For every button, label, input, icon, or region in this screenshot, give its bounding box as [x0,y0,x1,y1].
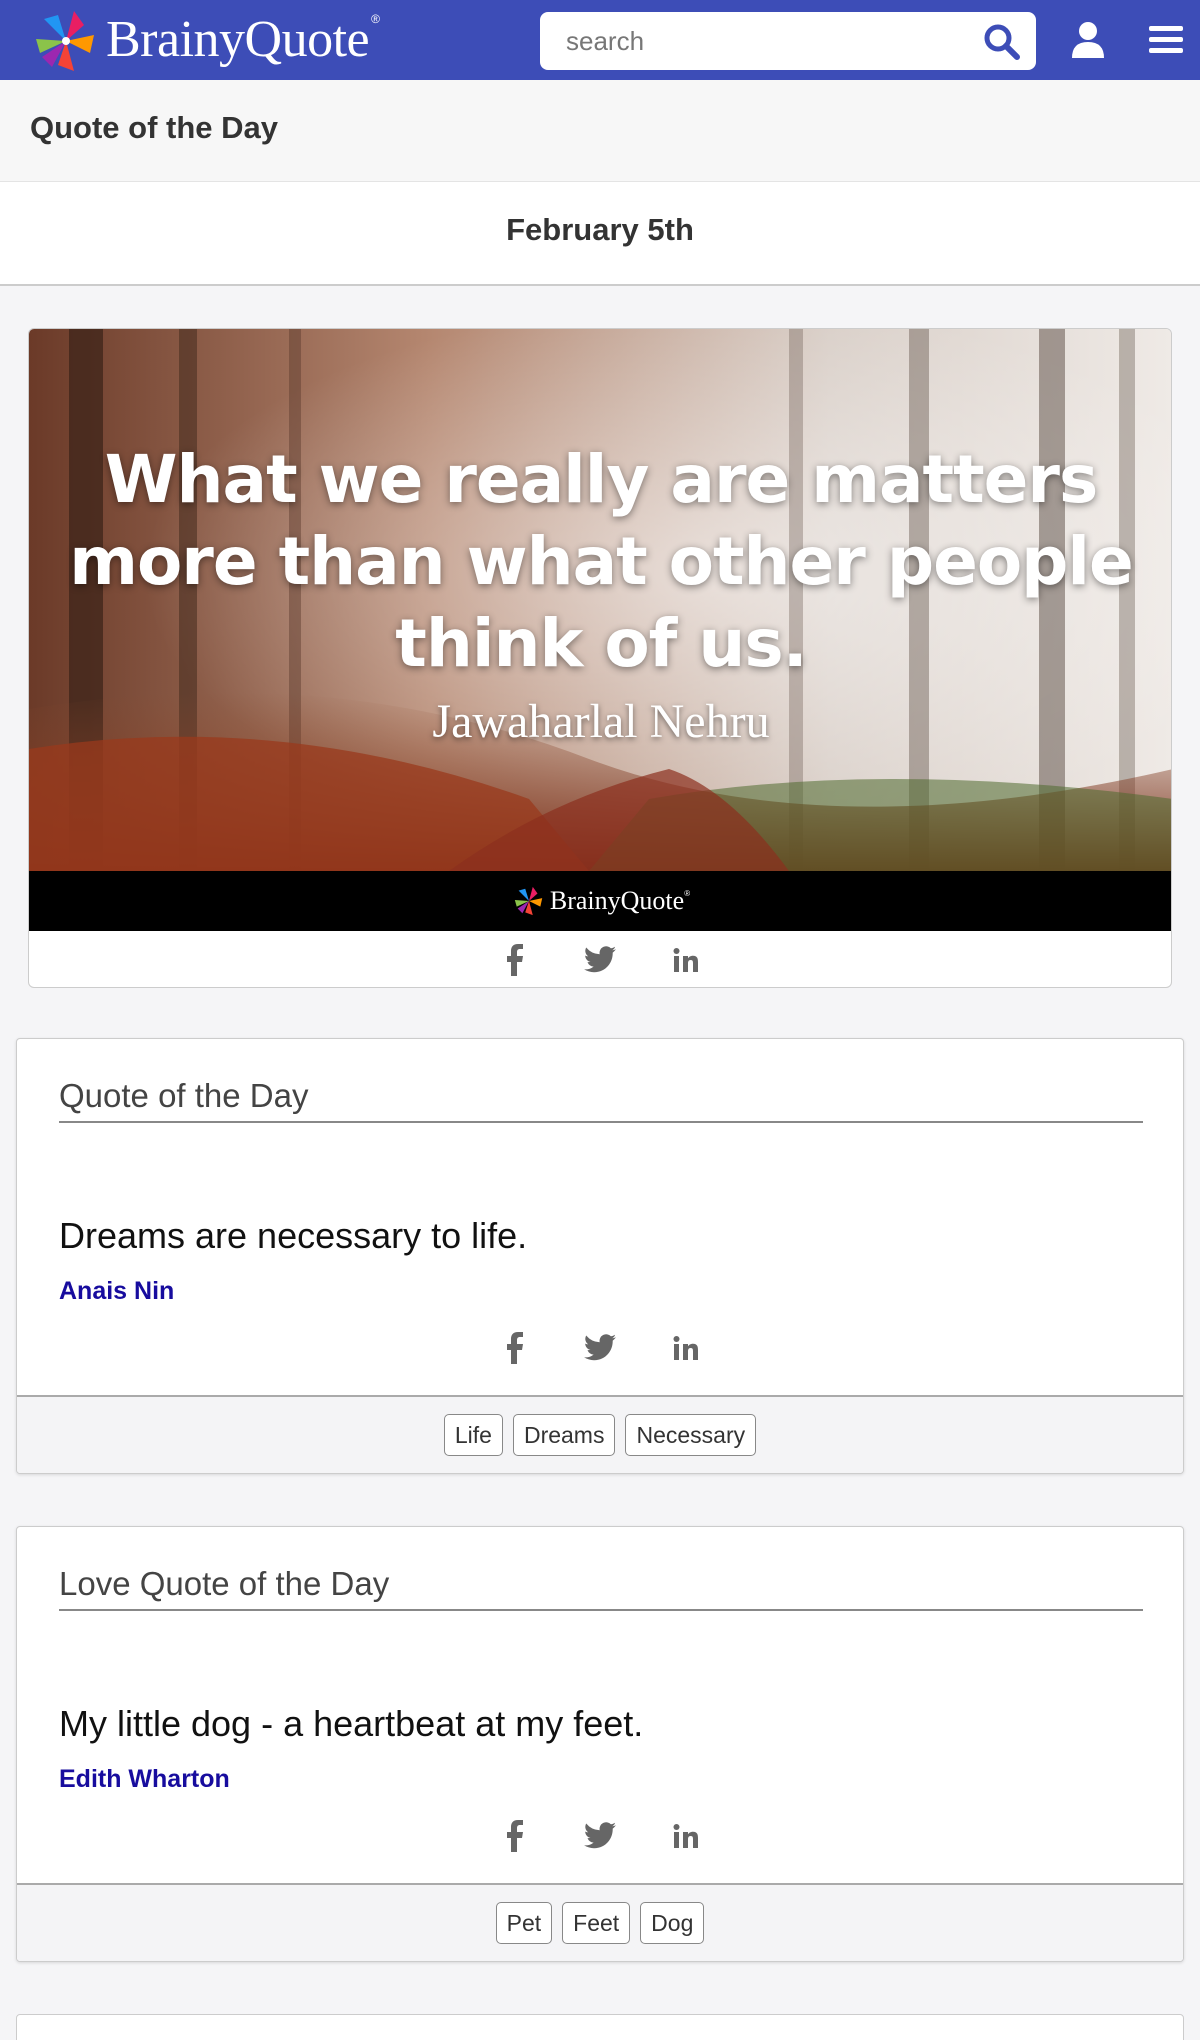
picture-quote-author: Jawaharlal Nehru [432,695,770,748]
share-twitter-button[interactable] [584,1332,616,1364]
share-facebook-button[interactable] [498,1820,530,1852]
footer-logo-registered-mark: ® [684,888,691,898]
picture-quote-image[interactable]: What we really are matters more than wha… [29,329,1171,871]
pinwheel-logo-icon [36,11,94,71]
quote-author-link[interactable]: Edith Wharton [59,1765,230,1794]
quote-card: Quote of the Day Dreams are necessary to… [16,1038,1184,1474]
tag-dreams[interactable]: Dreams [512,1414,616,1456]
share-buttons [17,1807,1183,1865]
pinwheel-logo-icon [514,886,543,916]
tag-pet[interactable]: Pet [495,1902,553,1944]
date-heading: February 5th [506,212,694,247]
search-input[interactable] [540,12,960,70]
love-quote-card: Love Quote of the Day My little dog - a … [16,1526,1184,1962]
linkedin-icon [673,948,698,972]
tag-dog[interactable]: Dog [640,1902,705,1944]
share-buttons [17,1319,1183,1377]
tag-life[interactable]: Life [443,1414,503,1456]
tag-list: Life Dreams Necessary [17,1395,1183,1473]
user-icon [1072,22,1104,58]
facebook-icon [507,1332,523,1364]
share-facebook-button[interactable] [498,1332,530,1364]
top-navbar: BrainyQuote ® [0,0,1200,80]
picture-quote-text: What we really are matters more than wha… [69,441,1134,682]
search-button[interactable] [982,22,1022,62]
facebook-icon [507,1820,523,1852]
tag-feet[interactable]: Feet [562,1902,631,1944]
picture-quote-card: What we really are matters more than wha… [28,328,1172,988]
share-twitter-button[interactable] [584,944,616,976]
logo-registered-mark: ® [371,12,380,26]
picture-quote-footer: BrainyQuote ® [29,871,1171,931]
share-buttons [29,931,1171,987]
account-button[interactable] [1068,20,1108,60]
quote-text[interactable]: Dreams are necessary to life. [59,1215,527,1257]
share-twitter-button[interactable] [584,1820,616,1852]
search-box [540,12,1036,70]
share-linkedin-button[interactable] [670,1820,702,1852]
page-title: Quote of the Day [30,110,279,145]
hamburger-menu-icon [1149,26,1183,53]
logo-text: BrainyQuote [106,10,370,68]
share-linkedin-button[interactable] [670,1332,702,1364]
twitter-icon [584,1334,616,1361]
twitter-icon [584,1822,616,1849]
tag-necessary[interactable]: Necessary [625,1414,757,1456]
page-title-bar: Quote of the Day [0,80,1200,182]
card-heading: Quote of the Day [59,1077,1143,1123]
menu-button[interactable] [1146,20,1186,60]
share-linkedin-button[interactable] [670,944,702,976]
share-facebook-button[interactable] [498,944,530,976]
twitter-icon [584,946,616,973]
site-logo[interactable]: BrainyQuote ® [30,5,380,77]
quote-text[interactable]: My little dog - a heartbeat at my feet. [59,1703,643,1745]
tag-list: Pet Feet Dog [17,1883,1183,1961]
linkedin-icon [673,1336,698,1360]
footer-logo-text: BrainyQuote [549,886,685,915]
search-icon [984,24,1020,60]
date-bar: February 5th [0,182,1200,286]
next-quote-card [16,2014,1184,2040]
facebook-icon [507,944,523,976]
card-heading: Love Quote of the Day [59,1565,1143,1611]
linkedin-icon [673,1824,698,1848]
quote-author-link[interactable]: Anais Nin [59,1277,174,1306]
